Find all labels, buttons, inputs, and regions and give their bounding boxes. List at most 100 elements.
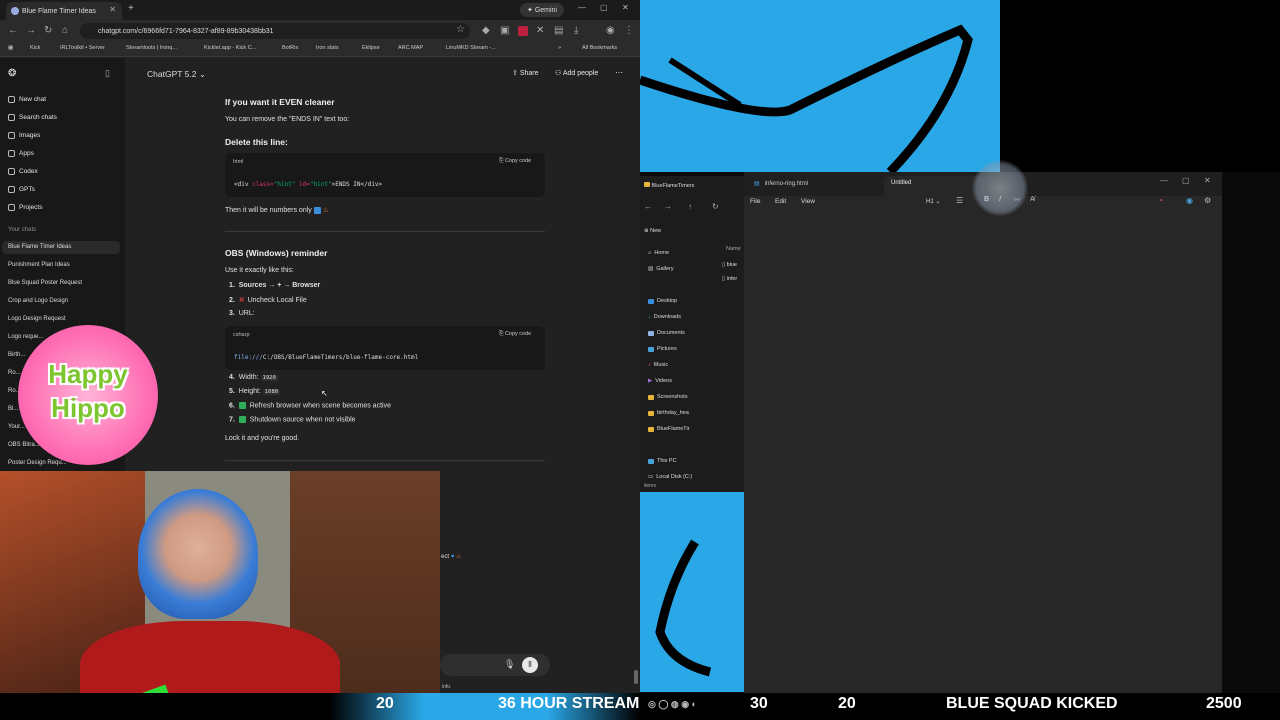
chat-item[interactable]: Punishment Plan Ideas [8, 262, 70, 268]
profile-icon[interactable]: ◉ [606, 25, 615, 36]
refresh-icon[interactable]: ↻ [712, 202, 719, 211]
chat-item[interactable]: Birth... [8, 352, 25, 358]
more-bookmarks-icon[interactable]: » [558, 45, 561, 51]
forward-icon[interactable]: → [664, 202, 672, 211]
openai-logo-icon[interactable]: ❂ [8, 68, 16, 79]
chat-item[interactable]: OBS Bitra... [8, 442, 40, 448]
tab-blue-flame[interactable]: Blue Flame Timer Ideas ✕ [6, 2, 122, 20]
download-icon[interactable]: ⤓ [574, 25, 578, 36]
sidebar-item-projects[interactable]: Projects [8, 204, 42, 211]
maximize-icon[interactable]: ▢ [600, 3, 608, 12]
chat-item[interactable]: Logo reque... [8, 334, 43, 340]
bookmark-eklipse[interactable]: Eklipse [362, 45, 380, 51]
close-window-icon[interactable]: ✕ [1204, 176, 1211, 185]
maximize-icon[interactable]: ▢ [1182, 176, 1190, 185]
menu-dots-icon[interactable]: ⋮ [624, 25, 634, 36]
nav-home[interactable]: ⌂ Home [648, 250, 669, 256]
more-options-icon[interactable]: ⋯ [615, 68, 623, 77]
mute-icon[interactable]: ✕ [536, 25, 544, 36]
menu-edit[interactable]: Edit [775, 198, 786, 205]
minimize-icon[interactable]: — [578, 3, 586, 12]
nav-videos[interactable]: ▶ Videos [648, 378, 672, 384]
chat-item[interactable]: Your... [8, 424, 25, 430]
reload-icon[interactable]: ↻ [44, 25, 52, 36]
microphone-icon[interactable]: 🎙 [504, 659, 515, 670]
bookmark-star-icon[interactable]: ☆ [456, 24, 465, 35]
home-icon[interactable]: ⌂ [62, 25, 68, 36]
column-name[interactable]: Name [726, 246, 741, 252]
close-sidebar-icon[interactable]: ▯ [105, 68, 110, 79]
add-people-button[interactable]: ⚇ Add people [555, 69, 598, 77]
editor-tab-active[interactable] [884, 176, 984, 196]
nav-downloads[interactable]: ↓ Downloads [648, 314, 681, 320]
nav-pictures[interactable]: Pictures [648, 346, 677, 352]
back-icon[interactable]: ← [8, 25, 18, 36]
file-item[interactable]: ▯ blue [722, 262, 737, 268]
file-item[interactable]: ▯ infer [722, 276, 737, 282]
mouse-cursor-icon: ↖ [321, 389, 328, 398]
settings-gear-icon[interactable]: ⚙ [1204, 196, 1211, 205]
chat-item[interactable]: Poster Design Requ... [8, 460, 67, 466]
sidebar-item-search[interactable]: Search chats [8, 114, 57, 121]
editor-tab-untitled[interactable]: Untitled [891, 180, 911, 186]
model-selector[interactable]: ChatGPT 5.2 ⌄ [147, 69, 206, 80]
sidebar-item-codex[interactable]: Codex [8, 168, 38, 175]
nav-music[interactable]: ♪ Music [648, 362, 668, 368]
scrollbar[interactable] [634, 670, 638, 684]
list-icon[interactable]: ☰ [956, 196, 963, 205]
voice-mode-icon[interactable]: ⦀ [522, 657, 538, 673]
prompt-input[interactable]: 🎙 ⦀ [440, 654, 550, 676]
copilot-icon[interactable]: ◔ [1158, 196, 1163, 205]
chat-item[interactable]: Crop and Logo Design [8, 298, 68, 304]
nav-gallery[interactable]: ▧ Gallery [648, 266, 674, 272]
bookmark-iron-stats[interactable]: Iron stats [316, 45, 339, 51]
nav-this-pc[interactable]: This PC [648, 458, 677, 464]
nav-blueflame[interactable]: BlueFlameTir [648, 426, 690, 432]
sidebar-item-apps[interactable]: Apps [8, 150, 34, 157]
extension-icon-2[interactable]: ▣ [500, 25, 509, 36]
editor-tab-inferno[interactable]: ▤ inferno-ring.html [754, 180, 808, 187]
nav-screenshots[interactable]: Screenshots [648, 394, 688, 400]
copy-code-button[interactable]: ⎘ Copy code [499, 158, 531, 165]
sidebar-item-images[interactable]: Images [8, 132, 40, 139]
bookmark-arc-map[interactable]: ARC MAP [398, 45, 423, 51]
gemini-button[interactable]: ✦ Gemini [520, 3, 564, 17]
nav-documents[interactable]: Documents [648, 330, 685, 336]
chat-item[interactable]: Blue Squad Poster Request [8, 280, 82, 286]
nav-birthday[interactable]: birthday_hea [648, 410, 689, 416]
share-button[interactable]: ⇪ Share [512, 69, 539, 77]
bookmark-botrix[interactable]: BotRix [282, 45, 298, 51]
close-window-icon[interactable]: ✕ [622, 3, 629, 12]
new-tab-icon[interactable]: + [128, 3, 134, 14]
puzzle-icon[interactable]: ▤ [554, 25, 563, 36]
sidebar-item-gpts[interactable]: GPTs [8, 186, 35, 193]
chat-item[interactable]: Bl... [8, 406, 18, 412]
menu-file[interactable]: File [750, 198, 760, 205]
heading-dropdown[interactable]: H1 ⌄ [926, 198, 940, 205]
extension-badge-icon[interactable] [518, 26, 528, 36]
nav-local-disk[interactable]: ▭ Local Disk (C:) [648, 474, 692, 480]
menu-view[interactable]: View [801, 198, 815, 205]
new-button[interactable]: ⊕ New [644, 228, 661, 234]
chat-item[interactable]: Blue Flame Timer Ideas [8, 244, 71, 250]
minimize-icon[interactable]: — [1160, 176, 1168, 185]
apps-grid-icon[interactable]: ▦ [8, 45, 13, 51]
sidebar-item-new-chat[interactable]: New chat [8, 96, 46, 103]
back-icon[interactable]: ← [644, 202, 652, 211]
extension-icon[interactable]: ◆ [482, 25, 490, 36]
bookmark-streamloots[interactable]: Streamloots | Ironq... [126, 45, 177, 51]
bookmark-kicklet[interactable]: Kicklet.app - Kick C... [204, 45, 256, 51]
all-bookmarks[interactable]: All Bookmarks [582, 45, 617, 51]
nav-desktop[interactable]: Desktop [648, 298, 677, 304]
clear-format-icon[interactable]: A̸ [1030, 196, 1035, 203]
profile-icon[interactable]: ◉ [1186, 196, 1193, 205]
up-icon[interactable]: ↑ [688, 202, 692, 211]
url-input[interactable]: chatgpt.com/c/6966fd71-7964-8327-af89-89… [80, 23, 470, 39]
bookmark-linumkd[interactable]: LinuMKD Stream -... [446, 45, 496, 51]
chat-item[interactable]: Logo Design Request [8, 316, 66, 322]
bookmark-irltoolkit[interactable]: IRLToolkit • Server [60, 45, 105, 51]
bookmark-kick[interactable]: Kick [30, 45, 40, 51]
copy-code-button[interactable]: ⎘ Copy code [499, 331, 531, 338]
forward-icon[interactable]: → [26, 25, 36, 36]
close-tab-icon[interactable]: ✕ [109, 5, 116, 14]
